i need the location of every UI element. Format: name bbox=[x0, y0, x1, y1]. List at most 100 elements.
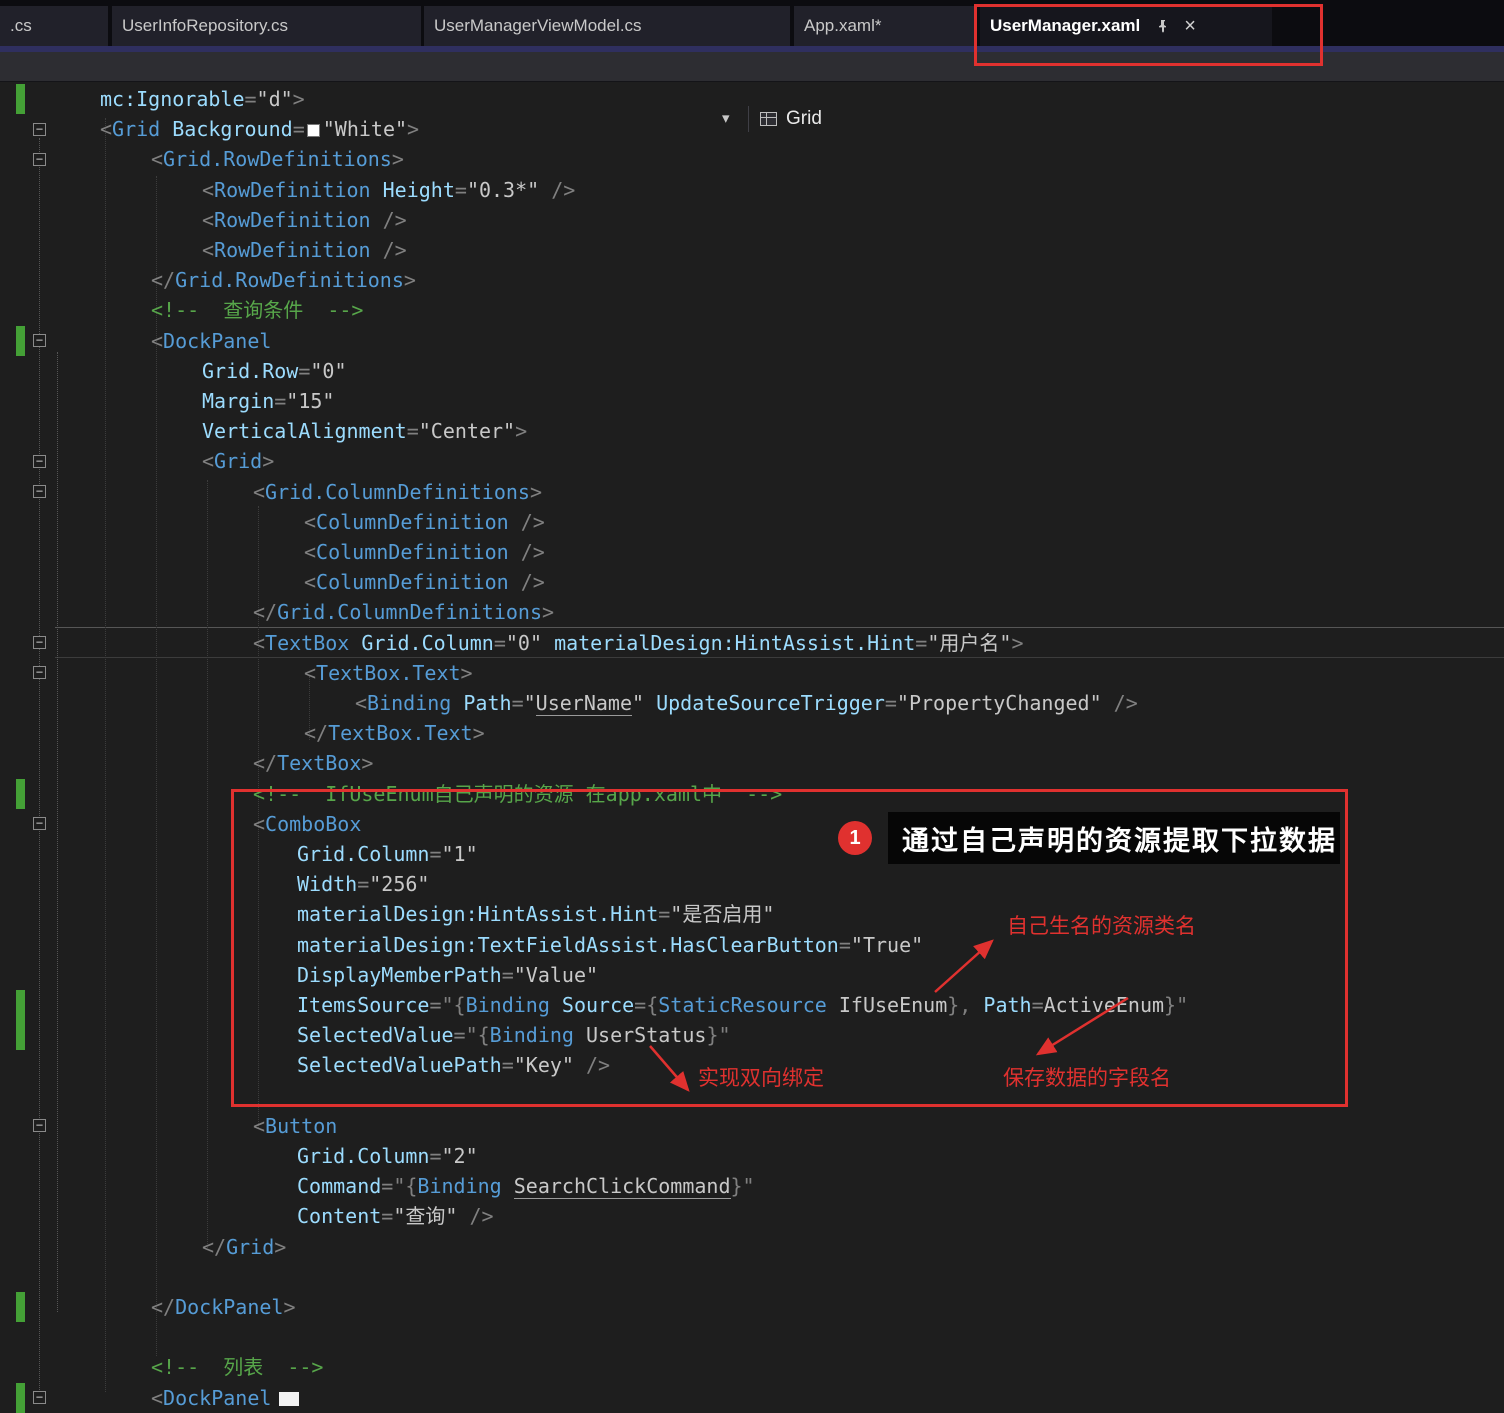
code-line[interactable]: Content="查询" /> bbox=[0, 1201, 1504, 1231]
code-line[interactable]: <RowDefinition /> bbox=[0, 235, 1504, 265]
code-token: = bbox=[838, 932, 851, 957]
collapsed-region-box[interactable] bbox=[279, 1391, 300, 1406]
code-token: "用户名" bbox=[927, 630, 1012, 655]
code-token: Binding bbox=[489, 1023, 574, 1048]
code-line[interactable] bbox=[0, 1262, 1504, 1292]
code-token: > bbox=[407, 117, 420, 142]
code-line[interactable]: Grid.Column="1" bbox=[0, 839, 1504, 869]
code-line[interactable]: <Button bbox=[0, 1111, 1504, 1141]
code-line[interactable]: <!-- 查询条件 --> bbox=[0, 295, 1504, 325]
editor-tab[interactable]: .cs bbox=[0, 6, 108, 46]
code-line[interactable]: </DockPanel> bbox=[0, 1292, 1504, 1322]
code-token: > bbox=[460, 660, 473, 685]
code-line[interactable]: <ColumnDefinition /> bbox=[0, 507, 1504, 537]
code-token: DockPanel bbox=[163, 328, 272, 353]
code-token: SearchClickCommand bbox=[513, 1174, 731, 1200]
code-token: /> bbox=[382, 207, 407, 232]
code-line[interactable]: mc:Ignorable="d"> bbox=[0, 84, 1504, 114]
code-token: Content bbox=[297, 1204, 382, 1229]
code-token: = bbox=[292, 117, 305, 142]
code-line[interactable]: <Grid.ColumnDefinitions> bbox=[0, 477, 1504, 507]
code-line[interactable]: Margin="15" bbox=[0, 386, 1504, 416]
code-line[interactable]: <Binding Path="UserName" UpdateSourceTri… bbox=[0, 688, 1504, 718]
code-line[interactable]: DisplayMemberPath="Value" bbox=[0, 960, 1504, 990]
code-line[interactable]: <DockPanel bbox=[0, 1383, 1504, 1413]
fold-toggle-icon[interactable]: − bbox=[33, 122, 46, 136]
fold-toggle-icon[interactable]: − bbox=[33, 1391, 46, 1405]
code-line[interactable]: <RowDefinition /> bbox=[0, 205, 1504, 235]
code-line[interactable]: VerticalAlignment="Center"> bbox=[0, 416, 1504, 446]
code-line[interactable]: <ColumnDefinition /> bbox=[0, 567, 1504, 597]
fold-toggle-icon[interactable]: − bbox=[33, 334, 46, 348]
code-line[interactable]: materialDesign:TextFieldAssist.HasClearB… bbox=[0, 930, 1504, 960]
code-line[interactable]: <!-- 列表 --> bbox=[0, 1352, 1504, 1382]
fold-toggle-icon[interactable]: − bbox=[33, 1119, 46, 1133]
code-token: < bbox=[151, 147, 164, 172]
code-line[interactable]: <TextBox Grid.Column="0" materialDesign:… bbox=[0, 628, 1504, 658]
code-token: > bbox=[1011, 630, 1024, 655]
code-line[interactable]: <Grid.RowDefinitions> bbox=[0, 144, 1504, 174]
code-token: Grid.Column bbox=[297, 842, 430, 866]
code-line[interactable]: <Grid Background= "White"> bbox=[0, 114, 1504, 144]
code-line[interactable]: </Grid.ColumnDefinitions> bbox=[0, 597, 1504, 627]
fold-toggle-icon[interactable]: − bbox=[33, 817, 46, 831]
code-line[interactable]: materialDesign:HintAssist.Hint="是否启用" bbox=[0, 899, 1504, 929]
fold-toggle-icon[interactable]: − bbox=[33, 455, 46, 468]
code-token: /> bbox=[382, 238, 407, 262]
change-indicator bbox=[16, 84, 25, 115]
code-token: UpdateSourceTrigger bbox=[656, 691, 885, 715]
editor-tab[interactable]: UserManager.xaml × bbox=[980, 6, 1272, 46]
code-token: > bbox=[391, 147, 404, 172]
code-token: Binding bbox=[417, 1174, 502, 1199]
code-line[interactable]: </TextBox> bbox=[0, 748, 1504, 778]
code-line[interactable]: <Grid> bbox=[0, 446, 1504, 476]
code-token: > bbox=[515, 419, 528, 444]
code-token: Path bbox=[463, 691, 512, 715]
code-token: < bbox=[304, 570, 317, 595]
code-line[interactable]: <RowDefinition Height="0.3*" /> bbox=[0, 175, 1504, 205]
code-line[interactable]: Grid.Column="2" bbox=[0, 1141, 1504, 1171]
code-editor[interactable]: mc:Ignorable="d"> <Grid Background= "White… bbox=[0, 52, 1504, 1413]
code-token: "0" bbox=[310, 358, 347, 383]
code-token: = bbox=[274, 389, 287, 413]
code-token: = bbox=[511, 691, 524, 715]
fold-toggle-icon[interactable]: − bbox=[33, 666, 46, 680]
code-line[interactable]: ItemsSource="{Binding Source={StaticReso… bbox=[0, 990, 1504, 1020]
code-line[interactable]: </Grid> bbox=[0, 1232, 1504, 1262]
code-line[interactable]: SelectedValue="{Binding UserStatus}" bbox=[0, 1020, 1504, 1050]
fold-toggle-icon[interactable]: − bbox=[33, 636, 46, 650]
editor-tab[interactable]: UserInfoRepository.cs bbox=[112, 6, 421, 46]
editor-tab[interactable]: App.xaml* bbox=[794, 6, 974, 46]
code-token: materialDesign:TextFieldAssist.HasClearB… bbox=[297, 932, 839, 957]
code-token: Grid.ColumnDefinitions bbox=[277, 600, 542, 625]
editor-tab[interactable]: UserManagerViewModel.cs bbox=[424, 6, 790, 46]
code-token: </ bbox=[151, 268, 176, 293]
fold-toggle-icon[interactable]: − bbox=[33, 153, 46, 166]
code-line[interactable]: <ColumnDefinition /> bbox=[0, 537, 1504, 567]
code-token: < bbox=[202, 207, 215, 232]
code-line[interactable]: </Grid.RowDefinitions> bbox=[0, 265, 1504, 295]
code-line[interactable]: Command="{Binding SearchClickCommand}" bbox=[0, 1171, 1504, 1201]
code-token: Binding bbox=[367, 691, 452, 715]
code-line[interactable]: </TextBox.Text> bbox=[0, 718, 1504, 748]
code-line[interactable] bbox=[0, 1081, 1504, 1111]
code-token: </ bbox=[253, 751, 278, 776]
pin-icon[interactable] bbox=[1156, 19, 1170, 33]
code-line[interactable]: <DockPanel bbox=[0, 326, 1504, 356]
code-line[interactable]: <ComboBox bbox=[0, 809, 1504, 839]
code-token: Grid.Row bbox=[202, 358, 299, 383]
code-line[interactable]: <TextBox.Text> bbox=[0, 658, 1504, 688]
code-line[interactable]: <!-- IfUseEnum自己声明的资源 在app.xaml中 --> bbox=[0, 779, 1504, 809]
code-token: UserName bbox=[535, 691, 632, 716]
code-line[interactable] bbox=[0, 1322, 1504, 1352]
code-line[interactable]: SelectedValuePath="Key" /> bbox=[0, 1050, 1504, 1080]
code-line[interactable]: Grid.Row="0" bbox=[0, 356, 1504, 386]
fold-toggle-icon[interactable]: − bbox=[33, 485, 46, 499]
code-token: = bbox=[658, 902, 671, 927]
code-token: ComboBox bbox=[265, 811, 362, 836]
close-icon[interactable]: × bbox=[1184, 16, 1196, 36]
code-line[interactable]: Width="256" bbox=[0, 869, 1504, 899]
